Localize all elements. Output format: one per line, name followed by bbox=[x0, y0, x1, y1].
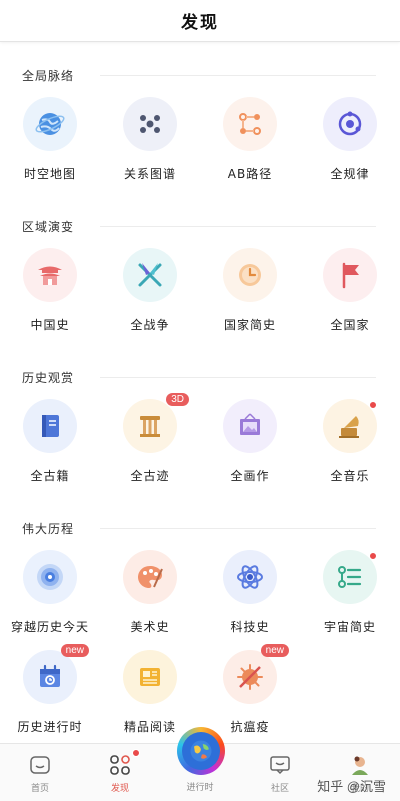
tile-label: 宇宙简史 bbox=[323, 620, 376, 634]
virus-icon: new bbox=[223, 644, 289, 704]
tile-label: 全规律 bbox=[330, 167, 370, 181]
flag-icon bbox=[323, 248, 377, 302]
tile-all-paintings[interactable]: 全画作 bbox=[200, 399, 300, 509]
tab-label: 社区 bbox=[270, 784, 289, 794]
tab-home[interactable]: 首页 bbox=[0, 744, 80, 801]
tunnel-icon bbox=[23, 550, 77, 604]
section-divider bbox=[100, 377, 376, 378]
clock-icon bbox=[223, 248, 277, 302]
tab-label: 进行时 bbox=[186, 783, 214, 793]
tile-label: 时空地图 bbox=[23, 167, 76, 181]
tile-label: 全战争 bbox=[130, 318, 170, 332]
tile-label: 科技史 bbox=[230, 620, 270, 634]
tile-art-history[interactable]: 美术史 bbox=[100, 550, 200, 660]
tile-label: 中国史 bbox=[30, 318, 70, 332]
tile-all-patterns[interactable]: 全规律 bbox=[300, 97, 400, 207]
tile-all-sites[interactable]: 3D 全古迹 bbox=[100, 393, 200, 509]
tile-all-wars[interactable]: 全战争 bbox=[100, 248, 200, 358]
badge-3d: 3D bbox=[166, 393, 189, 406]
tile-label: 全国家 bbox=[330, 318, 370, 332]
notification-dot bbox=[369, 401, 377, 409]
newspaper-icon bbox=[123, 650, 177, 704]
path-icon bbox=[223, 97, 277, 151]
crossed-swords-icon bbox=[123, 248, 177, 302]
tile-label: 全古迹 bbox=[130, 469, 170, 483]
tile-relation-graph[interactable]: 关系图谱 bbox=[100, 97, 200, 207]
book-icon bbox=[23, 399, 77, 453]
section-title-regional: 区域演变 bbox=[22, 220, 75, 234]
avatar-icon bbox=[352, 756, 368, 775]
tile-all-books[interactable]: 全古籍 bbox=[0, 399, 100, 509]
home-icon bbox=[30, 756, 50, 774]
discover-icon bbox=[110, 755, 130, 775]
tile-label: 国家简史 bbox=[223, 318, 276, 332]
tile-country-brief[interactable]: 国家简史 bbox=[200, 248, 300, 358]
graph-icon bbox=[123, 97, 177, 151]
tile-label: 全古籍 bbox=[30, 469, 70, 483]
globe-center-button[interactable] bbox=[177, 727, 225, 775]
timeline-icon bbox=[323, 550, 377, 604]
tile-label: 关系图谱 bbox=[123, 167, 176, 181]
tile-label: 抗瘟疫 bbox=[230, 720, 270, 734]
notification-dot bbox=[369, 552, 377, 560]
page-title: 发现 bbox=[181, 13, 219, 33]
globe-icon bbox=[23, 97, 77, 151]
tile-label: 历史进行时 bbox=[17, 720, 83, 734]
tile-all-music[interactable]: 全音乐 bbox=[300, 399, 400, 509]
chat-icon bbox=[270, 756, 290, 775]
tab-label: 发现 bbox=[110, 784, 129, 794]
section-title-journey: 伟大历程 bbox=[22, 522, 75, 536]
tile-label: 精品阅读 bbox=[123, 720, 176, 734]
badge-new: new bbox=[260, 644, 289, 657]
tile-spacetime-map[interactable]: 时空地图 bbox=[0, 97, 100, 207]
section-divider bbox=[100, 528, 376, 529]
section-title-global: 全局脉络 bbox=[22, 69, 75, 83]
top-bar: 发现 bbox=[0, 0, 400, 42]
tile-china-history[interactable]: 中国史 bbox=[0, 248, 100, 358]
column-icon: 3D bbox=[123, 393, 189, 453]
tile-label: AB路径 bbox=[227, 167, 273, 181]
palette-icon bbox=[123, 550, 177, 604]
orbit-icon bbox=[323, 97, 377, 151]
tab-community[interactable]: 社区 bbox=[240, 744, 320, 801]
pavilion-icon bbox=[23, 248, 77, 302]
calendar-icon: new bbox=[23, 644, 89, 704]
tile-label: 全音乐 bbox=[330, 469, 370, 483]
section-title-appreciation: 历史观赏 bbox=[22, 371, 75, 385]
tile-universe-history[interactable]: 宇宙简史 bbox=[300, 550, 400, 660]
tile-label: 美术史 bbox=[130, 620, 170, 634]
tile-all-countries[interactable]: 全国家 bbox=[300, 248, 400, 358]
tile-label: 全画作 bbox=[230, 469, 270, 483]
tile-ab-path[interactable]: AB路径 bbox=[200, 97, 300, 207]
gramophone-icon bbox=[323, 399, 377, 453]
badge-new: new bbox=[60, 644, 89, 657]
atom-icon bbox=[223, 550, 277, 604]
section-divider bbox=[100, 226, 376, 227]
tab-discover[interactable]: 发现 bbox=[80, 744, 160, 801]
section-divider bbox=[100, 75, 376, 76]
watermark: 知乎 @沉雪 bbox=[317, 779, 386, 794]
painting-icon bbox=[223, 399, 277, 453]
tab-label: 首页 bbox=[30, 784, 49, 794]
globe-center-icon bbox=[182, 732, 220, 770]
notification-dot bbox=[132, 749, 140, 757]
tile-label: 穿越历史今天 bbox=[10, 620, 89, 634]
